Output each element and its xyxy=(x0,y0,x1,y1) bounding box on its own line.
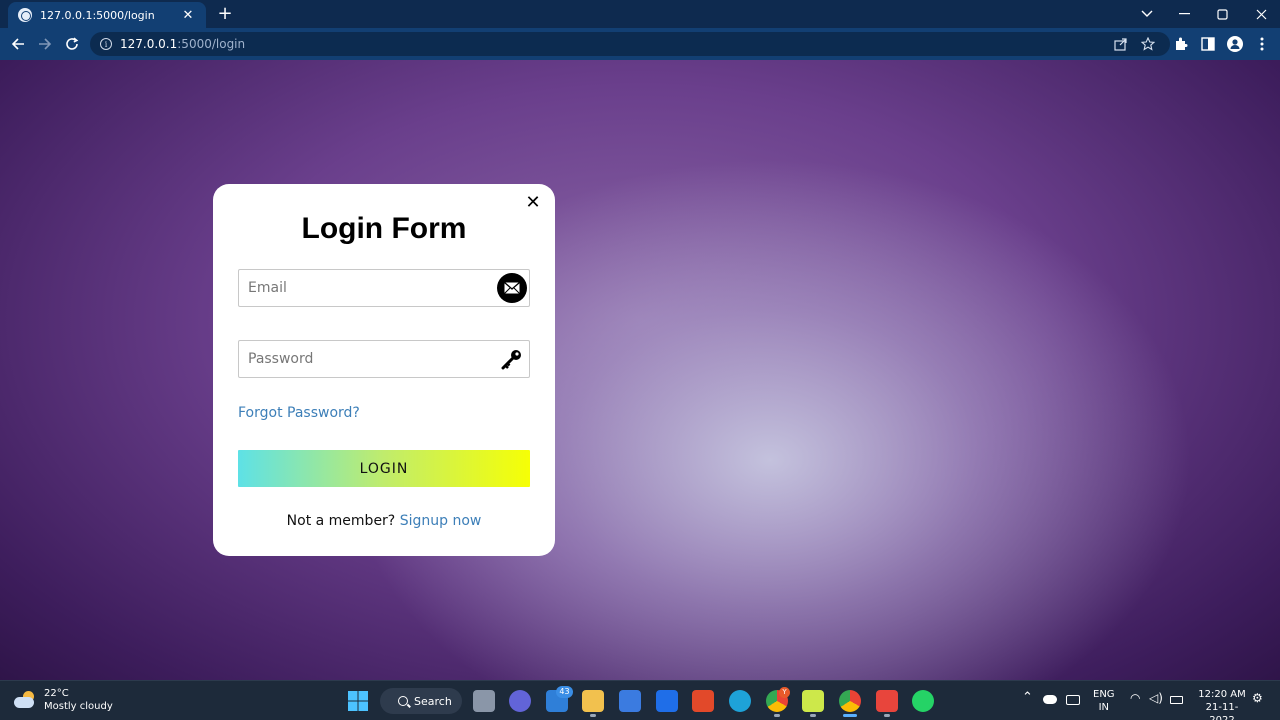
notifications-icon[interactable]: ⚙ xyxy=(1252,692,1263,705)
reload-icon[interactable] xyxy=(62,34,82,54)
password-field-container xyxy=(238,340,530,378)
windows-start-icon[interactable] xyxy=(347,690,369,712)
keyboard-icon[interactable] xyxy=(1066,695,1080,705)
login-form-card: ✕ Login Form Forgot Password? L xyxy=(213,184,555,556)
edge-icon[interactable] xyxy=(729,690,751,712)
close-window-icon[interactable] xyxy=(1242,0,1280,28)
forward-icon[interactable] xyxy=(35,34,55,54)
email-field-container xyxy=(238,269,530,307)
task-view-icon[interactable] xyxy=(473,690,495,712)
share-icon[interactable] xyxy=(1111,34,1131,54)
teams-chat-icon[interactable] xyxy=(509,690,531,712)
search-label: Search xyxy=(414,694,452,708)
new-tab-button[interactable]: + xyxy=(215,4,235,24)
profile-icon[interactable] xyxy=(1225,34,1245,54)
tab-search-icon[interactable] xyxy=(1128,0,1166,28)
clock-time: 12:20 AM xyxy=(1198,689,1246,700)
signup-link[interactable]: Signup now xyxy=(400,513,482,529)
onedrive-icon[interactable] xyxy=(1043,695,1057,704)
running-indicator xyxy=(810,714,816,717)
store-icon[interactable] xyxy=(619,690,641,712)
not-member-text: Not a member? xyxy=(286,513,400,529)
login-button[interactable]: LOGIN xyxy=(238,450,530,487)
pycharm-icon[interactable] xyxy=(802,690,824,712)
tab-title: 127.0.0.1:5000/login xyxy=(40,8,155,22)
dropbox-icon[interactable] xyxy=(656,690,678,712)
page-background: ✕ Login Form Forgot Password? L xyxy=(0,60,1280,680)
battery-icon[interactable] xyxy=(1170,696,1183,704)
minimize-icon[interactable] xyxy=(1165,0,1203,28)
chrome-badge: Y xyxy=(779,687,790,698)
tab-close-button[interactable]: ✕ xyxy=(180,8,196,23)
close-icon[interactable]: ✕ xyxy=(525,194,541,212)
email-input[interactable] xyxy=(239,270,489,306)
sidepanel-icon[interactable] xyxy=(1198,34,1218,54)
key-icon xyxy=(497,344,527,374)
star-icon[interactable] xyxy=(1138,34,1158,54)
taskbar-search[interactable]: Search xyxy=(380,688,462,714)
globe-icon xyxy=(18,8,32,22)
weather-widget[interactable]: 22°C Mostly cloudy xyxy=(14,687,113,713)
back-icon[interactable] xyxy=(8,34,28,54)
extensions-icon[interactable] xyxy=(1171,34,1191,54)
show-hidden-icons-icon[interactable]: ⌃ xyxy=(1022,691,1033,704)
whatsapp-icon[interactable] xyxy=(912,690,934,712)
mail-badge: 43 xyxy=(556,686,573,698)
envelope-icon xyxy=(497,273,527,303)
file-explorer-icon[interactable] xyxy=(582,690,604,712)
running-indicator xyxy=(590,714,596,717)
language-code: ENG xyxy=(1093,689,1115,700)
clock[interactable]: 12:20 AM 21-11-2022 xyxy=(1194,688,1250,720)
browser-tab-strip: 127.0.0.1:5000/login ✕ + xyxy=(0,0,1280,28)
recorder-icon[interactable] xyxy=(876,690,898,712)
menu-icon[interactable] xyxy=(1252,34,1272,54)
running-indicator xyxy=(884,714,890,717)
running-indicator xyxy=(774,714,780,717)
signup-prompt: Not a member? Signup now xyxy=(213,513,555,529)
maximize-icon[interactable] xyxy=(1203,0,1241,28)
form-title: Login Form xyxy=(301,212,467,245)
browser-tab[interactable]: 127.0.0.1:5000/login ✕ xyxy=(8,2,206,28)
office-icon[interactable] xyxy=(692,690,714,712)
volume-icon[interactable]: ◁) xyxy=(1149,692,1163,705)
forgot-password-link[interactable]: Forgot Password? xyxy=(238,405,360,421)
weather-temp: 22°C xyxy=(44,688,69,699)
taskbar: 22°C Mostly cloudy Search ⌃ ENG IN ◠ ◁) … xyxy=(0,680,1280,720)
browser-toolbar: i 127.0.0.1:5000/login xyxy=(0,28,1280,60)
url-path: :5000/login xyxy=(177,37,246,51)
chrome-profile-icon[interactable] xyxy=(839,690,861,712)
language-indicator[interactable]: ENG IN xyxy=(1093,688,1115,714)
password-input[interactable] xyxy=(239,341,489,377)
url-host: 127.0.0.1 xyxy=(120,37,178,51)
wifi-icon[interactable]: ◠ xyxy=(1130,692,1140,705)
clock-date: 21-11-2022 xyxy=(1205,702,1239,720)
weather-desc: Mostly cloudy xyxy=(44,701,113,712)
address-bar[interactable]: i 127.0.0.1:5000/login xyxy=(90,32,1170,56)
info-icon[interactable]: i xyxy=(100,38,112,50)
region-code: IN xyxy=(1098,702,1109,713)
cloudy-weather-icon xyxy=(14,691,36,709)
search-icon xyxy=(398,696,408,706)
active-indicator xyxy=(843,714,857,717)
